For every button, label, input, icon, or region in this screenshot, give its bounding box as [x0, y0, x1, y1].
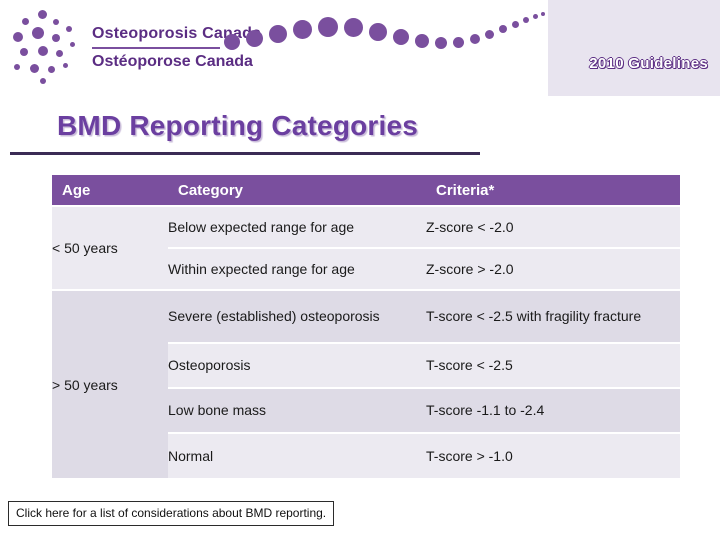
table-row: > 50 years Severe (established) osteopor…: [52, 291, 680, 478]
wave-dots-graphic: [224, 0, 548, 60]
category-cell: Low bone mass: [168, 389, 426, 432]
guidelines-badge: 2010 Guidelines: [589, 55, 708, 72]
category-cell: Within expected range for age: [168, 249, 426, 289]
age-group-under-50: < 50 years: [52, 207, 168, 289]
criteria-cell: T-score < -2.5 with fragility fracture: [426, 291, 680, 342]
criteria-cell: Z-score < -2.0: [426, 207, 680, 247]
criteria-cell: T-score < -2.5: [426, 344, 680, 387]
page-title: BMD Reporting Categories: [57, 110, 419, 141]
logo-divider: [92, 47, 220, 49]
age-group-over-50: > 50 years: [52, 291, 168, 478]
category-cell: Osteoporosis: [168, 344, 426, 387]
osteoporosis-dot-cluster-icon: [8, 8, 86, 88]
category-cell: Normal: [168, 434, 426, 478]
table-row: < 50 years Below expected range for age …: [52, 207, 680, 289]
title-underline: [10, 152, 480, 155]
criteria-cell: T-score -1.1 to -2.4: [426, 389, 680, 432]
column-header-age: Age: [52, 175, 168, 205]
category-cell: Severe (established) osteoporosis: [168, 291, 426, 342]
footer-note-text: Click here for a list of considerations …: [16, 506, 327, 520]
table-header-row: Age Category Criteria*: [52, 175, 680, 205]
bmd-reporting-table: Age Category Criteria* < 50 years Below …: [52, 175, 680, 478]
bmd-considerations-link[interactable]: Click here for a list of considerations …: [8, 501, 335, 526]
criteria-cell: Z-score > -2.0: [426, 249, 680, 289]
logo-band: Osteoporosis Canada Ostéoporose Canada: [0, 0, 548, 96]
criteria-cell: T-score > -1.0: [426, 434, 680, 478]
column-header-category: Category: [168, 175, 426, 205]
category-cell: Below expected range for age: [168, 207, 426, 247]
column-header-criteria: Criteria*: [426, 175, 680, 205]
